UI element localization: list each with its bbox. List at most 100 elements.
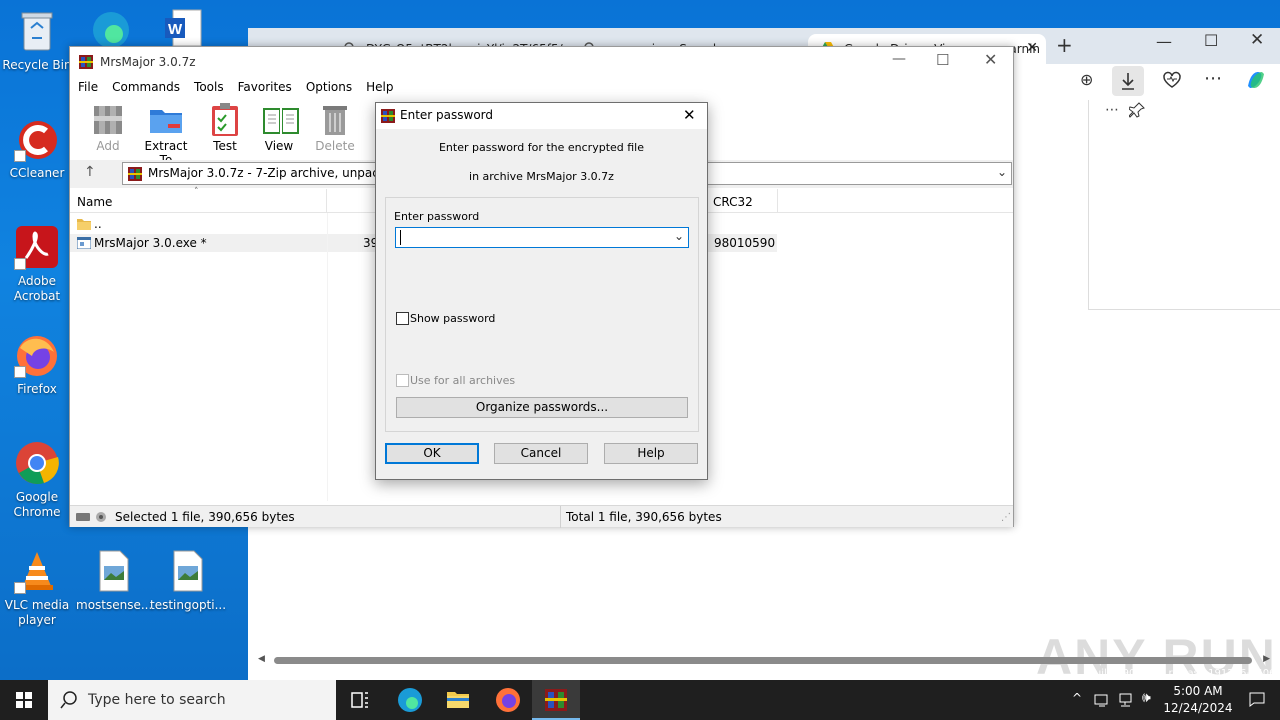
- toolbar-label: Delete: [315, 139, 355, 153]
- dialog-titlebar[interactable]: Enter password ✕: [376, 103, 707, 129]
- new-tab-plus-icon[interactable]: +: [1056, 33, 1073, 57]
- status-total: Total 1 file, 390,656 bytes: [566, 510, 722, 524]
- shortcut-arrow-icon: [14, 258, 26, 270]
- row-name: MrsMajor 3.0.exe *: [94, 236, 207, 250]
- archive-icon: [127, 166, 143, 185]
- test-button[interactable]: Test: [197, 102, 253, 153]
- view-button[interactable]: View: [251, 102, 307, 153]
- clock-time[interactable]: 5:00 AM: [1166, 684, 1230, 698]
- column-crc-header[interactable]: CRC32: [706, 189, 778, 213]
- minimize-icon[interactable]: —: [1156, 32, 1172, 51]
- menu-commands[interactable]: Commands: [105, 78, 187, 96]
- maximize-icon[interactable]: ☐: [1204, 31, 1218, 50]
- column-name-header[interactable]: Name ˄: [70, 187, 327, 213]
- up-folder-icon[interactable]: ↑: [84, 164, 96, 180]
- winrar-titlebar[interactable]: MrsMajor 3.0.7z — ☐ ✕: [70, 47, 1013, 77]
- notification-icon[interactable]: [1248, 690, 1266, 711]
- close-window-icon[interactable]: ✕: [1250, 30, 1264, 50]
- horizontal-scrollbar[interactable]: ◀ ▶: [256, 654, 1272, 666]
- task-view-button[interactable]: [336, 680, 384, 720]
- desktop-icon-mostsense[interactable]: mostsense...: [76, 548, 152, 613]
- image-file-icon: [164, 548, 210, 594]
- scrollbar-thumb[interactable]: [274, 657, 1252, 664]
- cancel-button[interactable]: Cancel: [494, 443, 588, 464]
- desktop-icon-chrome[interactable]: Google Chrome: [0, 440, 74, 520]
- desktop-icon-recycle-bin[interactable]: Recycle Bin: [0, 8, 74, 73]
- taskbar-edge[interactable]: [386, 680, 434, 720]
- desktop-icon-firefox[interactable]: Firefox: [0, 332, 74, 397]
- desktop-icon-acrobat[interactable]: Adobe Acrobat: [0, 224, 74, 304]
- close-tab-icon[interactable]: ✕: [1026, 40, 1038, 56]
- shortcut-arrow-icon: [14, 150, 26, 162]
- firefox-icon: [14, 332, 60, 378]
- show-password-label: Show password: [410, 312, 496, 325]
- task-view-icon: [351, 692, 368, 708]
- copilot-icon[interactable]: [1244, 68, 1268, 95]
- search-icon: [60, 691, 78, 712]
- show-password-checkbox[interactable]: [396, 312, 409, 325]
- pin-icon[interactable]: [1128, 102, 1145, 121]
- close-window-icon[interactable]: ✕: [984, 50, 997, 69]
- taskbar-winrar[interactable]: [532, 680, 580, 720]
- taskbar-file-explorer[interactable]: [434, 680, 482, 720]
- browser-essentials-icon[interactable]: [1162, 70, 1182, 93]
- start-button[interactable]: [0, 680, 48, 720]
- more-options-icon[interactable]: ⋯: [1105, 102, 1119, 118]
- windows-build-text: Build 19041.vb_release.191206-1406: [1088, 668, 1276, 679]
- folder-icon: [77, 217, 91, 233]
- add-button[interactable]: Add: [80, 102, 136, 153]
- desktop-icon-label: CCleaner: [9, 166, 65, 180]
- use-for-all-checkbox[interactable]: [396, 374, 409, 387]
- help-button[interactable]: Help: [604, 443, 698, 464]
- dialog-message: Enter password for the encrypted file: [438, 141, 645, 154]
- extension-icon[interactable]: ⊕: [1080, 70, 1093, 89]
- volume-icon[interactable]: 🕪: [1142, 690, 1151, 706]
- desktop-icon-label: testingopti...: [150, 598, 227, 612]
- row-crc: 98010590: [714, 236, 776, 250]
- extract-to-button[interactable]: Extract To: [137, 102, 195, 167]
- dialog-archive-name: in archive MrsMajor 3.0.7z: [469, 170, 614, 183]
- password-input[interactable]: ⌄: [395, 227, 689, 248]
- more-options-icon[interactable]: ⋯: [1204, 68, 1222, 89]
- resize-grip-icon[interactable]: ⋰: [1001, 512, 1011, 523]
- network-icon[interactable]: [1094, 692, 1112, 711]
- downloads-panel: ⋯: [1088, 100, 1280, 310]
- clock-date[interactable]: 12/24/2024: [1162, 701, 1234, 715]
- taskbar-search-box[interactable]: Type here to search: [48, 680, 336, 720]
- menu-help[interactable]: Help: [359, 78, 400, 96]
- chevron-down-icon[interactable]: ⌄: [997, 165, 1007, 179]
- downloads-button[interactable]: [1112, 66, 1144, 96]
- menu-favorites[interactable]: Favorites: [231, 78, 299, 96]
- menu-options[interactable]: Options: [299, 78, 359, 96]
- recycle-bin-icon: [14, 8, 60, 54]
- ok-button[interactable]: OK: [385, 443, 479, 464]
- word-desktop-icon[interactable]: W: [165, 8, 205, 47]
- edge-desktop-icon[interactable]: [88, 6, 134, 48]
- desktop-icon-testingopti[interactable]: testingopti...: [150, 548, 227, 613]
- desktop-icon-vlc[interactable]: VLC media player: [0, 548, 74, 628]
- window-title: MrsMajor 3.0.7z: [100, 55, 196, 69]
- menu-file[interactable]: File: [71, 78, 105, 96]
- menu-tools[interactable]: Tools: [187, 78, 231, 96]
- vlc-icon: [14, 548, 60, 594]
- column-label: CRC32: [713, 195, 753, 209]
- taskbar-firefox[interactable]: [484, 680, 532, 720]
- windows-logo-icon: [16, 692, 32, 708]
- chevron-down-icon[interactable]: ⌄: [674, 229, 684, 243]
- minimize-icon[interactable]: —: [892, 51, 906, 67]
- shortcut-arrow-icon: [14, 366, 26, 378]
- organize-passwords-button[interactable]: Organize passwords...: [396, 397, 688, 418]
- desktop-icon-ccleaner[interactable]: CCleaner: [0, 116, 74, 181]
- maximize-icon[interactable]: ☐: [936, 51, 949, 69]
- chrome-icon: [14, 440, 60, 486]
- firefox-icon: [496, 688, 520, 712]
- scroll-right-icon[interactable]: ▶: [1263, 654, 1270, 664]
- scroll-left-icon[interactable]: ◀: [258, 654, 265, 664]
- chevron-up-icon[interactable]: ^: [1072, 691, 1082, 705]
- network-lan-icon[interactable]: [1118, 692, 1136, 711]
- test-clipboard-icon: [207, 102, 243, 136]
- address-text: MrsMajor 3.0.7z - 7-Zip archive, unpacke…: [148, 166, 411, 180]
- delete-button[interactable]: Delete: [307, 102, 363, 153]
- menu-bar: File Commands Tools Favorites Options Help: [70, 77, 1013, 97]
- close-dialog-icon[interactable]: ✕: [683, 106, 696, 124]
